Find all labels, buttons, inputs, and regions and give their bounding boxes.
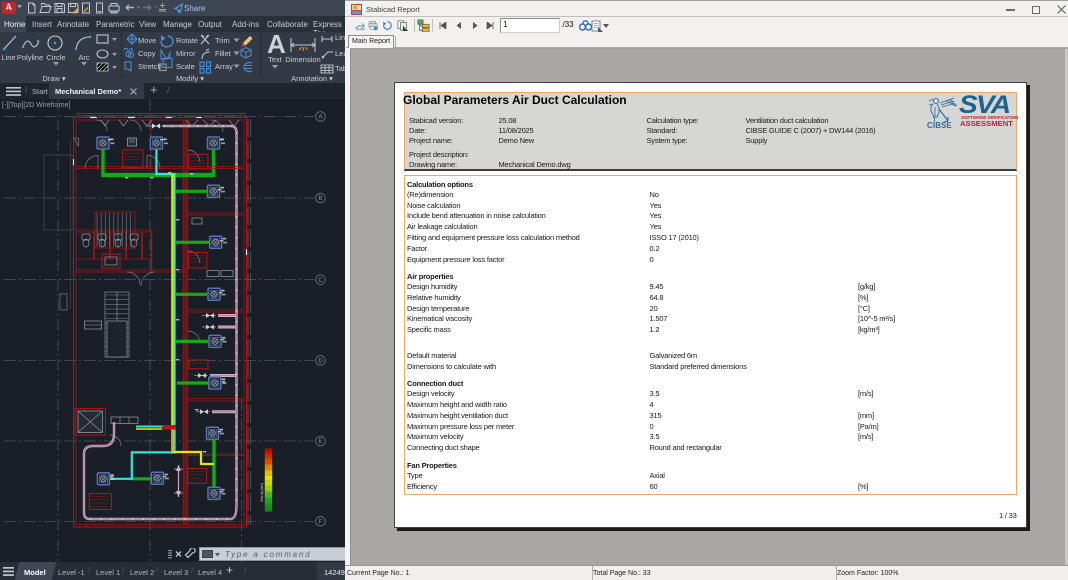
svg-text:C: C <box>318 278 323 284</box>
svg-text:D: D <box>318 359 323 365</box>
svg-text:Velocity [m/s]: Velocity [m/s] <box>260 483 264 502</box>
svg-text:F: F <box>319 520 323 526</box>
svg-text:CIBSE: CIBSE <box>927 121 952 129</box>
svg-text:B: B <box>318 196 322 202</box>
svg-text:E: E <box>318 439 322 445</box>
svg-text:A: A <box>318 115 322 121</box>
